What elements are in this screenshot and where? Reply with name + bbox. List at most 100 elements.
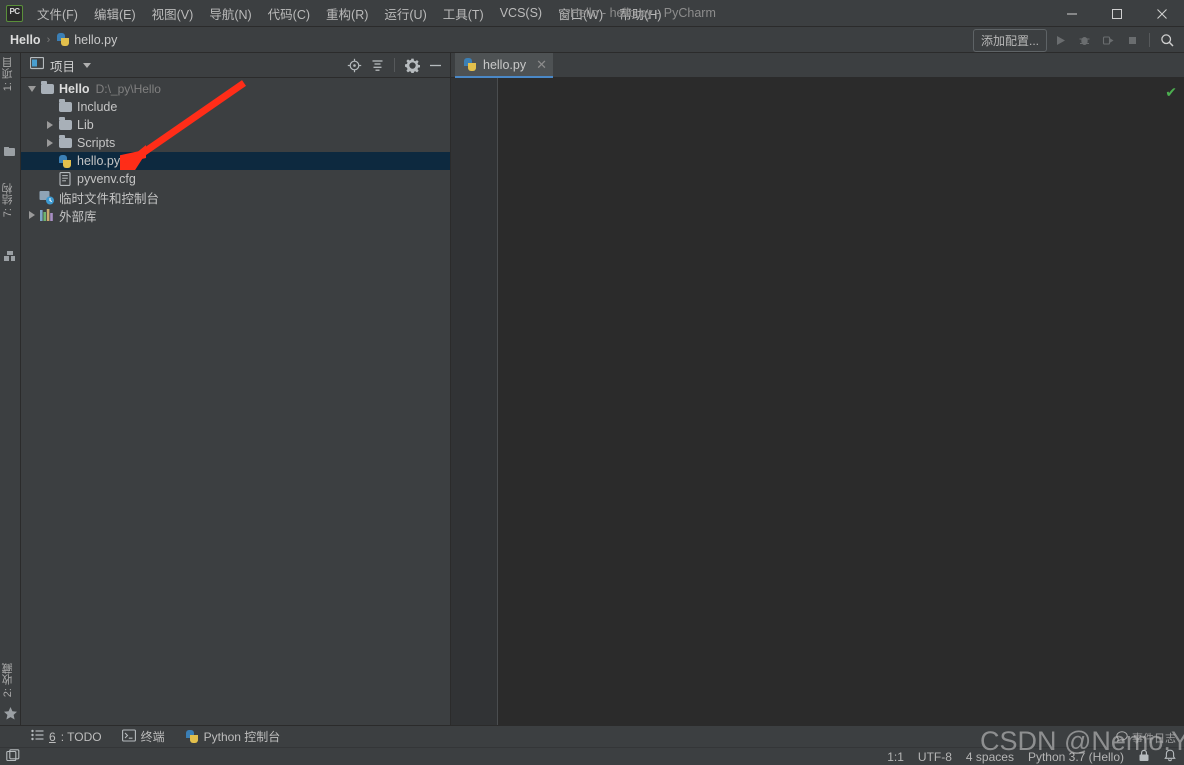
tree-node-label: Hello — [59, 82, 90, 96]
editor-gutter[interactable] — [451, 78, 498, 725]
todo-label: : TODO — [60, 729, 102, 744]
indent-setting[interactable]: 4 spaces — [966, 750, 1014, 764]
tool-window-todo[interactable]: 6 : TODO — [21, 729, 112, 744]
tree-node-label: hello.py — [77, 154, 121, 168]
breadcrumb-file[interactable]: hello.py — [74, 33, 117, 47]
tree-node-lib[interactable]: Lib — [21, 116, 450, 134]
toggle-toolwindows-icon[interactable] — [6, 748, 20, 765]
pycharm-logo — [6, 4, 23, 22]
chevron-down-icon[interactable] — [83, 62, 92, 68]
navigation-bar: Hello › hello.py 添加配置... — [0, 27, 1184, 53]
left-tool-strip: 1: 项目 7: 结构 2: 收藏 — [0, 53, 21, 725]
scratches-icon — [39, 190, 55, 205]
debug-icon[interactable] — [1073, 29, 1095, 51]
hide-panel-icon[interactable] — [425, 55, 445, 75]
breadcrumb-separator: › — [46, 33, 51, 46]
locate-file-icon[interactable] — [344, 55, 364, 75]
python-file-icon — [57, 154, 73, 169]
run-icon[interactable] — [1049, 29, 1071, 51]
status-bar: 1:1 UTF-8 4 spaces Python 3.7 (Hello) — [0, 747, 1184, 765]
tree-node-scripts[interactable]: Scripts — [21, 134, 450, 152]
expander-right-icon[interactable] — [43, 139, 57, 147]
settings-gear-icon[interactable] — [402, 55, 422, 75]
python-file-icon — [463, 57, 477, 72]
folder-icon — [57, 135, 73, 148]
maximize-button[interactable] — [1094, 0, 1139, 27]
project-panel-header: 项目 — [21, 53, 450, 78]
folder-icon — [57, 117, 73, 130]
file-encoding[interactable]: UTF-8 — [918, 750, 952, 764]
python-interpreter[interactable]: Python 3.7 (Hello) — [1028, 750, 1124, 764]
coverage-icon[interactable] — [1097, 29, 1119, 51]
menu-vcs[interactable]: VCS(S) — [492, 2, 550, 24]
breadcrumb: Hello › hello.py — [0, 32, 117, 47]
project-tree: Hello D:\_py\Hello Include Lib Scripts h… — [21, 78, 450, 224]
sidebar-tab-structure[interactable]: 7: 结构 — [0, 183, 21, 217]
menu-run[interactable]: 运行(U) — [376, 0, 434, 27]
menu-edit[interactable]: 编辑(E) — [86, 0, 144, 27]
toolbar-divider — [1149, 33, 1150, 47]
terminal-icon — [121, 728, 136, 745]
notifications-icon[interactable] — [1164, 749, 1176, 765]
menu-navigate[interactable]: 导航(N) — [201, 0, 259, 27]
bottom-tool-bar: 6 : TODO 终端 Python 控制台 — [0, 725, 1184, 747]
project-panel-actions — [344, 55, 450, 75]
expander-right-icon[interactable] — [43, 121, 57, 129]
breadcrumb-project[interactable]: Hello — [10, 33, 41, 47]
project-panel-title: 项目 — [50, 59, 76, 74]
tree-node-pyvenv-cfg[interactable]: pyvenv.cfg — [21, 170, 450, 188]
menu-view[interactable]: 视图(V) — [144, 0, 202, 27]
python-file-icon — [56, 32, 70, 47]
project-tool-window: 项目 Hello D:\_py\Hello Include Lib Script… — [21, 53, 451, 725]
terminal-label: 终端 — [140, 730, 165, 744]
editor-tab-bar: hello.py ✕ — [451, 53, 1184, 78]
stop-icon[interactable] — [1121, 29, 1143, 51]
lock-icon[interactable] — [1138, 749, 1150, 765]
tool-window-python-console[interactable]: Python 控制台 — [175, 728, 291, 745]
tool-window-terminal[interactable]: 终端 — [112, 728, 175, 745]
tree-node-scratches[interactable]: 临时文件和控制台 — [21, 188, 450, 206]
status-bar-right: 1:1 UTF-8 4 spaces Python 3.7 (Hello) — [887, 749, 1184, 765]
module-strip-icon[interactable] — [3, 249, 18, 264]
add-configuration-button[interactable]: 添加配置... — [972, 28, 1047, 52]
expander-right-icon[interactable] — [25, 211, 39, 219]
code-editor[interactable]: ✔ — [499, 78, 1184, 725]
menu-tools[interactable]: 工具(T) — [435, 0, 492, 27]
config-file-icon — [57, 172, 73, 186]
close-icon[interactable]: ✕ — [536, 57, 547, 73]
sidebar-tab-favorites[interactable]: 2: 收藏 — [0, 663, 21, 697]
title-bar: 文件(F) 编辑(E) 视图(V) 导航(N) 代码(C) 重构(R) 运行(U… — [0, 0, 1184, 27]
tree-node-hello[interactable]: Hello D:\_py\Hello — [21, 80, 450, 98]
tree-node-label: 外部库 — [59, 209, 97, 224]
inspection-status-badge[interactable]: ✔ — [1165, 85, 1177, 99]
window-title: Hello - hello.py - PyCharm — [570, 6, 716, 20]
python-console-label: Python 控制台 — [203, 730, 281, 744]
structure-strip-icon[interactable] — [3, 145, 18, 160]
minimize-button[interactable] — [1049, 0, 1094, 27]
pycharm-window: 文件(F) 编辑(E) 视图(V) 导航(N) 代码(C) 重构(R) 运行(U… — [0, 0, 1184, 765]
panel-actions-divider — [394, 58, 395, 72]
favorites-star-icon[interactable] — [3, 706, 18, 721]
tree-node-include[interactable]: Include — [21, 98, 450, 116]
menu-code[interactable]: 代码(C) — [260, 0, 318, 27]
close-button[interactable] — [1139, 0, 1184, 27]
project-window-icon — [29, 56, 45, 73]
menu-file[interactable]: 文件(F) — [29, 0, 86, 27]
folder-icon — [39, 81, 55, 94]
python-icon — [185, 729, 199, 744]
caret-position[interactable]: 1:1 — [887, 750, 904, 764]
search-icon[interactable] — [1156, 29, 1178, 51]
collapse-all-icon[interactable] — [367, 55, 387, 75]
sidebar-tab-project[interactable]: 1: 项目 — [0, 57, 21, 91]
editor-tab-hello-py[interactable]: hello.py ✕ — [455, 53, 553, 78]
window-controls — [1049, 0, 1184, 27]
editor-area: hello.py ✕ ✔ — [451, 53, 1184, 725]
external-libraries-icon — [39, 208, 55, 222]
run-toolbar: 添加配置... — [972, 27, 1184, 53]
tree-node-external-libs[interactable]: 外部库 — [21, 206, 450, 224]
todo-shortcut-number: 6 — [49, 729, 56, 744]
menu-refactor[interactable]: 重构(R) — [318, 0, 376, 27]
tree-node-hello-py[interactable]: hello.py — [21, 152, 450, 170]
tree-node-path: D:\_py\Hello — [95, 82, 161, 96]
expander-down-icon[interactable] — [25, 86, 39, 92]
